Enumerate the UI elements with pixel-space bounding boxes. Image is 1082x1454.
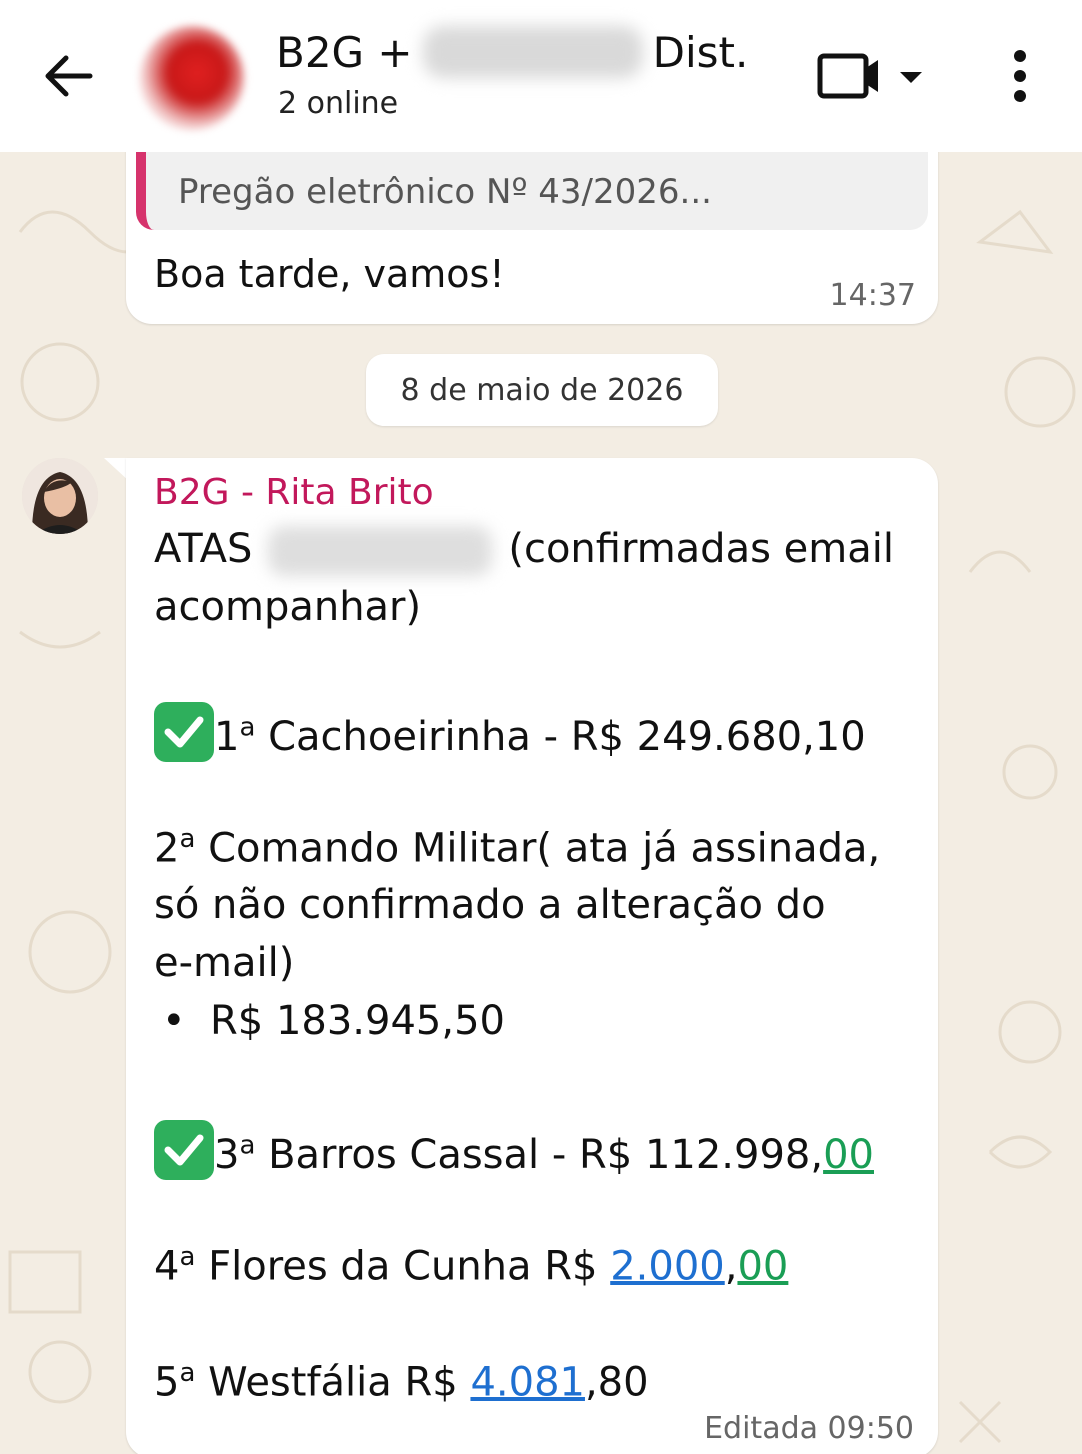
ordinal: a — [179, 824, 196, 854]
group-avatar[interactable] — [140, 26, 244, 130]
item-number: 5 — [154, 1359, 180, 1406]
separator: , — [724, 1243, 738, 1290]
chat-header: B2G + Dist. 2 online — [0, 0, 1082, 152]
check-mark-icon — [154, 1120, 214, 1180]
item-text: Westfália R$ — [195, 1359, 471, 1406]
message-line: e-mail) — [154, 940, 295, 986]
message-bubble[interactable]: Pregão eletrônico Nº 43/2026... Boa tard… — [126, 152, 938, 324]
online-status: 2 online — [278, 86, 399, 121]
detected-number-link[interactable]: 00 — [823, 1132, 874, 1178]
item-text: Flores da Cunha R$ — [195, 1243, 611, 1290]
message-bubble[interactable]: B2G - Rita Brito ATAS (confirmadas email … — [126, 458, 938, 1454]
list-item: 2a Comando Militar( ata já assinada, — [154, 824, 880, 871]
detected-number-link[interactable]: 4.081 — [470, 1359, 585, 1405]
item-number: 3 — [214, 1132, 240, 1178]
title-suffix: Dist. — [652, 27, 749, 77]
list-item: 1a Cachoeirinha - R$ 249.680,10 — [154, 702, 866, 762]
line-text: ATAS — [154, 526, 253, 572]
item-number: 4 — [154, 1243, 180, 1290]
bullet-dot: • — [162, 998, 186, 1044]
chat-area[interactable]: Pregão eletrônico Nº 43/2026... Boa tard… — [0, 152, 1082, 1454]
bullet-value: R$ 183.945,50 — [210, 998, 505, 1044]
sender-name[interactable]: B2G - Rita Brito — [154, 472, 434, 513]
detected-number-link[interactable]: 00 — [737, 1243, 788, 1289]
check-mark-icon — [154, 702, 214, 762]
ordinal: a — [239, 712, 256, 743]
item-number: 1 — [214, 714, 240, 760]
item-text: Barros Cassal - R$ 112.998, — [255, 1132, 824, 1178]
item-cents: ,80 — [584, 1359, 649, 1406]
redacted-name — [422, 26, 643, 78]
item-text: Comando Militar( ata já assinada, — [195, 825, 881, 872]
line-text: (confirmadas email — [508, 526, 894, 572]
chat-title[interactable]: B2G + Dist. — [276, 22, 748, 82]
ordinal: a — [179, 1358, 196, 1388]
ordinal: a — [239, 1130, 256, 1161]
list-item: 3a Barros Cassal - R$ 112.998,00 — [154, 1120, 874, 1180]
detected-number-link[interactable]: 2.000 — [610, 1243, 725, 1289]
sender-avatar[interactable] — [22, 458, 98, 534]
edited-time: Editada 09:50 — [704, 1411, 914, 1446]
message-text: Boa tarde, vamos! — [154, 252, 505, 296]
message-line: acompanhar) — [154, 584, 422, 630]
ordinal: a — [179, 1242, 196, 1272]
message-time: 14:37 — [829, 278, 916, 313]
back-arrow-icon[interactable] — [36, 44, 100, 108]
list-item: 5a Westfália R$ 4.081,80 — [154, 1358, 649, 1405]
message-line: só não confirmado a alteração do — [154, 882, 826, 928]
date-separator: 8 de maio de 2026 — [366, 354, 718, 426]
redacted-text — [268, 526, 493, 576]
item-text: Cachoeirinha - R$ 249.680,10 — [255, 714, 866, 760]
quoted-message[interactable]: Pregão eletrônico Nº 43/2026... — [136, 152, 928, 230]
video-call-button[interactable] — [812, 48, 932, 104]
message-line: ATAS (confirmadas email — [154, 526, 894, 576]
more-options-icon[interactable] — [994, 40, 1046, 112]
quoted-text: Pregão eletrônico Nº 43/2026... — [178, 172, 712, 212]
title-prefix: B2G + — [276, 27, 413, 77]
item-number: 2 — [154, 825, 180, 872]
list-item: 4a Flores da Cunha R$ 2.000,00 — [154, 1242, 788, 1289]
bullet-item: • R$ 183.945,50 — [154, 998, 505, 1044]
